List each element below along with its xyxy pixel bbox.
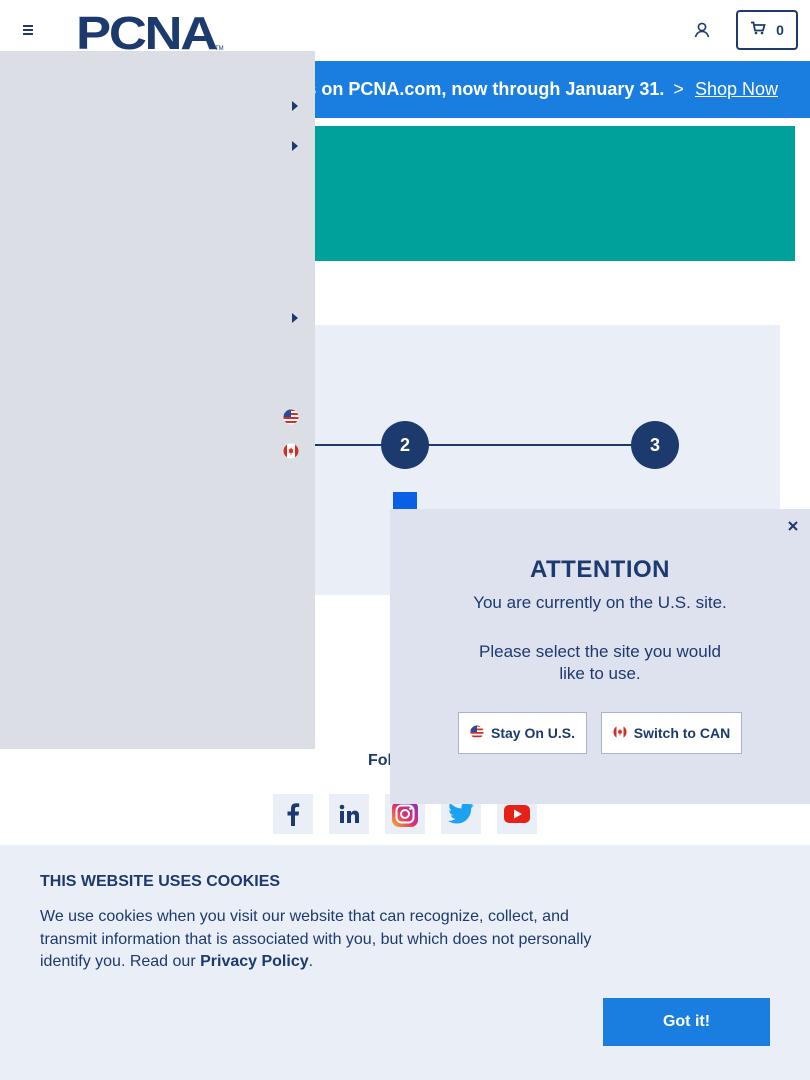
switch-button-label: Switch to CAN [633, 725, 731, 741]
promo-separator: > [673, 79, 684, 99]
canada-flag-icon [613, 724, 627, 742]
site-selection-modal: ATTENTION You are currently on the U.S. … [390, 509, 810, 804]
shop-now-link[interactable]: Shop Now [695, 79, 778, 99]
caret-right-icon[interactable] [291, 310, 299, 323]
cookie-title: THIS WEBSITE USES COOKIES [40, 873, 281, 890]
follow-us-label: Fol [368, 752, 392, 769]
current-site-text: You are currently on the U.S. site. [473, 593, 727, 612]
steps-connector-line [280, 444, 660, 446]
side-navigation-drawer [0, 51, 315, 749]
stay-on-us-button[interactable]: Stay On U.S. [458, 712, 587, 754]
cookie-banner: THIS WEBSITE USES COOKIES We use cookies… [0, 845, 810, 1080]
modal-title: ATTENTION [529, 556, 671, 583]
switch-to-can-button[interactable]: Switch to CAN [601, 712, 742, 754]
cookie-body-text: We use cookies when you visit our websit… [40, 908, 592, 970]
promo-text: s on PCNA.com, now through January 31. [306, 79, 665, 99]
accept-cookies-button[interactable]: Got it! [603, 998, 770, 1046]
cart-count: 0 [776, 22, 784, 38]
caret-right-icon[interactable] [291, 138, 299, 151]
cart-icon [750, 21, 766, 40]
select-site-text: Please select the site you would like to… [479, 642, 721, 683]
cookie-text: We use cookies when you visit our websit… [40, 906, 610, 974]
us-flag-icon [470, 724, 484, 742]
pcna-logo[interactable]: PCNA TM [76, 7, 224, 59]
step-3: 3 [631, 421, 679, 469]
hamburger-menu-icon[interactable] [20, 22, 36, 38]
facebook-icon[interactable] [273, 794, 313, 834]
user-icon[interactable] [693, 21, 711, 39]
step-2: 2 [381, 421, 429, 469]
cart-button[interactable]: 0 [736, 10, 798, 50]
privacy-policy-link[interactable]: Privacy Policy [200, 953, 309, 970]
step-progress-marker [393, 492, 417, 510]
us-flag-icon[interactable] [283, 409, 299, 425]
stay-button-label: Stay On U.S. [490, 725, 576, 741]
linkedin-icon[interactable] [329, 794, 369, 834]
close-icon[interactable] [786, 519, 800, 533]
canada-flag-icon[interactable] [283, 443, 299, 459]
cookie-text-end: . [308, 953, 314, 970]
logo-text: PCNA [76, 11, 217, 51]
caret-right-icon[interactable] [291, 98, 299, 111]
